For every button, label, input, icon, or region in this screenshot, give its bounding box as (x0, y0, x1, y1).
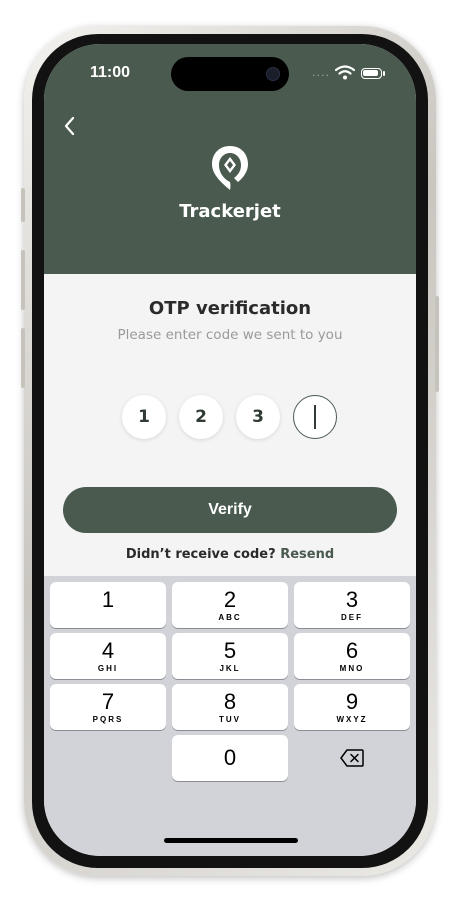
text-cursor (314, 405, 316, 429)
key-number: 5 (223, 637, 237, 663)
page-subtitle: Please enter code we sent to you (117, 327, 343, 343)
key-number: 1 (101, 586, 115, 612)
key-4[interactable]: 4 GHI (50, 633, 166, 679)
key-number: 0 (223, 745, 237, 770)
key-7[interactable]: 7 PQRS (50, 684, 166, 730)
key-1[interactable]: 1 (50, 582, 166, 628)
key-letters: TUV (219, 714, 241, 724)
wifi-icon (335, 65, 355, 80)
otp-digit-1[interactable]: 1 (122, 395, 166, 439)
chevron-left-icon[interactable] (58, 114, 82, 138)
key-2[interactable]: 2 ABC (172, 582, 288, 628)
otp-digit-3[interactable]: 3 (236, 395, 280, 439)
phone-screen: 11:00 .... Trackerjet OTP verification P… (44, 44, 416, 856)
key-5[interactable]: 5 JKL (172, 633, 288, 679)
key-number: 3 (345, 586, 359, 612)
volume-up-button (21, 250, 25, 310)
home-indicator[interactable] (164, 838, 298, 843)
key-number: 6 (345, 637, 359, 663)
action-button (21, 188, 25, 222)
key-6[interactable]: 6 MNO (294, 633, 410, 679)
key-number: 7 (101, 688, 115, 714)
key-3[interactable]: 3 DEF (294, 582, 410, 628)
key-number: 4 (101, 637, 115, 663)
camera-icon (266, 67, 280, 81)
location-pin-icon (212, 146, 248, 190)
otp-digit-2[interactable]: 2 (179, 395, 223, 439)
backspace-icon (340, 749, 364, 767)
signal-dots: .... (312, 66, 330, 79)
battery-level (363, 70, 378, 76)
battery-tip (383, 71, 385, 76)
page-title: OTP verification (148, 298, 312, 319)
brand-name: Trackerjet (179, 201, 281, 222)
status-time: 11:00 (90, 64, 131, 81)
battery-icon (361, 68, 382, 79)
resend-link[interactable]: Resend (280, 547, 334, 562)
resend-prompt: Didn’t receive code? (125, 547, 276, 562)
key-number: 8 (223, 688, 237, 714)
verify-button[interactable]: Verify (63, 487, 397, 533)
key-number: 9 (345, 688, 359, 714)
otp-digit-4[interactable] (293, 395, 337, 439)
key-0[interactable]: 0 (172, 735, 288, 781)
key-letters: PQRS (92, 714, 124, 724)
key-letters: MNO (339, 663, 365, 673)
key-letters: JKL (219, 663, 241, 673)
delete-key[interactable] (294, 735, 410, 781)
power-button (435, 296, 439, 392)
key-letters: ABC (218, 612, 242, 622)
resend-row: Didn’t receive code? Resend (44, 547, 416, 562)
key-letters: WXYZ (336, 714, 368, 724)
key-letters: DEF (341, 612, 363, 622)
volume-down-button (21, 328, 25, 388)
key-9[interactable]: 9 WXYZ (294, 684, 410, 730)
key-letters: GHI (97, 663, 119, 673)
key-8[interactable]: 8 TUV (172, 684, 288, 730)
key-number: 2 (223, 586, 237, 612)
